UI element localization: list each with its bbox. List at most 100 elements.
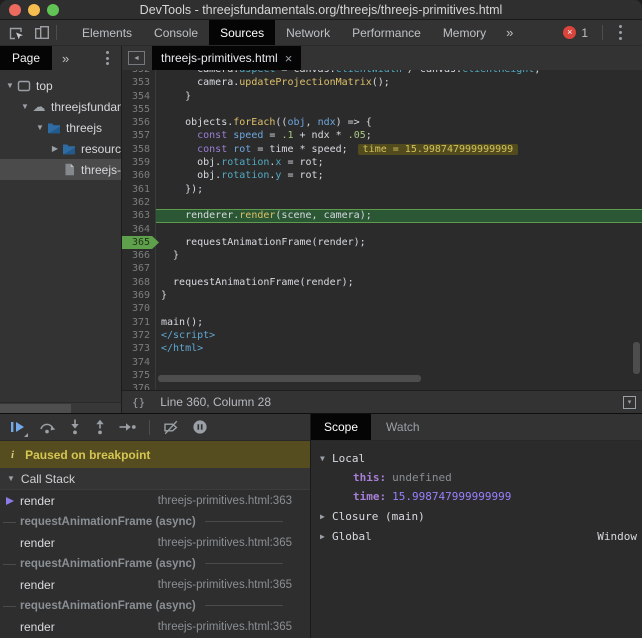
tab-memory[interactable]: Memory (432, 20, 497, 45)
step-into-icon[interactable] (69, 419, 81, 435)
tab-sources[interactable]: Sources (209, 20, 275, 45)
line-number[interactable]: 373 (122, 342, 156, 355)
resume-icon[interactable] (10, 420, 25, 434)
code-editor[interactable]: 352 camera.aspect = canvas.clientWidth /… (122, 70, 642, 390)
line-number[interactable]: 357 (122, 129, 156, 142)
line-number[interactable]: 356 (122, 116, 156, 129)
minimize-window-icon[interactable] (28, 4, 40, 16)
more-panels-chevron[interactable]: » (497, 20, 522, 45)
code-line[interactable]: 354 } (122, 90, 642, 103)
line-number[interactable]: 353 (122, 76, 156, 89)
code-line[interactable]: 358 const rot = time * speed;time = 15.9… (122, 143, 642, 156)
device-toolbar-icon[interactable] (34, 25, 50, 41)
tree-item-threejs-primitives-html[interactable]: threejs-primitives.html (0, 159, 121, 180)
zoom-window-icon[interactable] (47, 4, 59, 16)
chevron-right-icon[interactable]: ▶ (49, 144, 61, 153)
code-line[interactable]: 364 (122, 223, 642, 236)
tab-network[interactable]: Network (275, 20, 341, 45)
chevron-down-icon[interactable]: ▼ (320, 454, 332, 463)
code-line[interactable]: 357 const speed = .1 + ndx * .05; (122, 129, 642, 142)
tree-item-threejsfundamentals-org[interactable]: ▼☁threejsfundamentals.org (0, 96, 121, 117)
line-number[interactable]: 366 (122, 249, 156, 262)
line-number[interactable]: 375 (122, 369, 156, 382)
line-number[interactable]: 354 (122, 90, 156, 103)
tab-console[interactable]: Console (143, 20, 209, 45)
scope-variable[interactable]: time:15.998747999999999 (311, 487, 642, 506)
chevron-right-icon[interactable]: ▶ (320, 532, 332, 541)
chevron-down-icon[interactable]: ▼ (34, 123, 46, 132)
code-line[interactable]: 365 requestAnimationFrame(render); (122, 236, 642, 249)
step-icon[interactable] (119, 420, 136, 434)
code-line[interactable]: 359 obj.rotation.x = rot; (122, 156, 642, 169)
tab-performance[interactable]: Performance (341, 20, 432, 45)
line-number[interactable]: 363 (122, 209, 156, 222)
line-number[interactable]: 365 (122, 236, 156, 249)
call-stack-frame[interactable]: renderthreejs-primitives.html:365 (0, 532, 310, 553)
line-number[interactable]: 368 (122, 276, 156, 289)
editor-vscrollbar-thumb[interactable] (633, 342, 640, 374)
code-line[interactable]: 362 (122, 196, 642, 209)
line-number[interactable]: 364 (122, 223, 156, 236)
file-tab[interactable]: threejs-primitives.html × (152, 46, 301, 70)
call-stack-frame[interactable]: renderthreejs-primitives.html:365 (0, 616, 310, 637)
call-stack-frame[interactable]: renderthreejs-primitives.html:363 (0, 490, 310, 511)
code-line[interactable]: 356 objects.forEach((obj, ndx) => { (122, 116, 642, 129)
deactivate-breakpoints-icon[interactable] (163, 420, 179, 435)
line-number[interactable]: 372 (122, 329, 156, 342)
pretty-print-icon[interactable]: {} (132, 396, 145, 409)
statusbar-dropdown-icon[interactable]: ▾ (623, 396, 636, 409)
navigator-hscrollbar[interactable] (0, 402, 121, 413)
code-line[interactable]: 366 } (122, 249, 642, 262)
scope-section-closure-main-[interactable]: ▶Closure (main) (311, 506, 642, 526)
code-line[interactable]: 374 (122, 356, 642, 369)
tab-elements[interactable]: Elements (71, 20, 143, 45)
navigator-kebab-icon[interactable] (102, 46, 113, 70)
line-number[interactable]: 361 (122, 183, 156, 196)
code-line[interactable]: 353 camera.updateProjectionMatrix(); (122, 76, 642, 89)
step-over-icon[interactable] (38, 420, 56, 434)
close-tab-icon[interactable]: × (285, 51, 293, 66)
tab-page[interactable]: Page (0, 46, 52, 70)
line-number[interactable]: 376 (122, 382, 156, 390)
close-window-icon[interactable] (9, 4, 21, 16)
chevron-right-icon[interactable]: ▶ (320, 512, 332, 521)
editor-hscrollbar-thumb[interactable] (158, 375, 421, 382)
code-line[interactable]: 368 requestAnimationFrame(render); (122, 276, 642, 289)
navigator-more-chevron[interactable]: » (52, 46, 79, 70)
line-number[interactable]: 369 (122, 289, 156, 302)
line-number[interactable]: 362 (122, 196, 156, 209)
line-number[interactable]: 358 (122, 143, 156, 156)
tree-item-threejs[interactable]: ▼threejs (0, 117, 121, 138)
code-line[interactable]: 361 }); (122, 183, 642, 196)
tree-item-resources[interactable]: ▶resources (0, 138, 121, 159)
main-menu-kebab-icon[interactable] (615, 24, 626, 41)
line-number[interactable]: 360 (122, 169, 156, 182)
pause-on-exceptions-icon[interactable] (192, 419, 208, 435)
scope-section-local[interactable]: ▼Local (311, 448, 642, 468)
tree-item-top[interactable]: ▼top (0, 75, 121, 96)
tab-watch[interactable]: Watch (373, 414, 433, 440)
call-stack-frame[interactable]: renderthreejs-primitives.html:365 (0, 574, 310, 595)
line-number[interactable]: 355 (122, 103, 156, 116)
code-line[interactable]: 367 (122, 262, 642, 275)
navigator-hscrollbar-thumb[interactable] (0, 404, 71, 413)
scope-section-global[interactable]: ▶GlobalWindow (311, 526, 642, 546)
line-number[interactable]: 374 (122, 356, 156, 369)
error-badge[interactable]: × 1 (563, 26, 588, 40)
chevron-down-icon[interactable]: ▼ (19, 102, 31, 111)
code-line[interactable]: 369} (122, 289, 642, 302)
step-out-icon[interactable] (94, 419, 106, 435)
code-line[interactable]: 363 renderer.render(scene, camera); (122, 209, 642, 222)
line-number[interactable]: 359 (122, 156, 156, 169)
scope-variable[interactable]: this:undefined (311, 468, 642, 487)
line-number[interactable]: 371 (122, 316, 156, 329)
code-line[interactable]: 376 (122, 382, 642, 390)
code-line[interactable]: 370 (122, 302, 642, 315)
inspect-element-icon[interactable] (8, 25, 24, 41)
line-number[interactable]: 370 (122, 302, 156, 315)
call-stack-header[interactable]: ▼ Call Stack (0, 468, 310, 490)
code-line[interactable]: 360 obj.rotation.y = rot; (122, 169, 642, 182)
code-line[interactable]: 373</html> (122, 342, 642, 355)
code-line[interactable]: 372</script> (122, 329, 642, 342)
hide-navigator-icon[interactable]: ◄ (128, 51, 145, 65)
